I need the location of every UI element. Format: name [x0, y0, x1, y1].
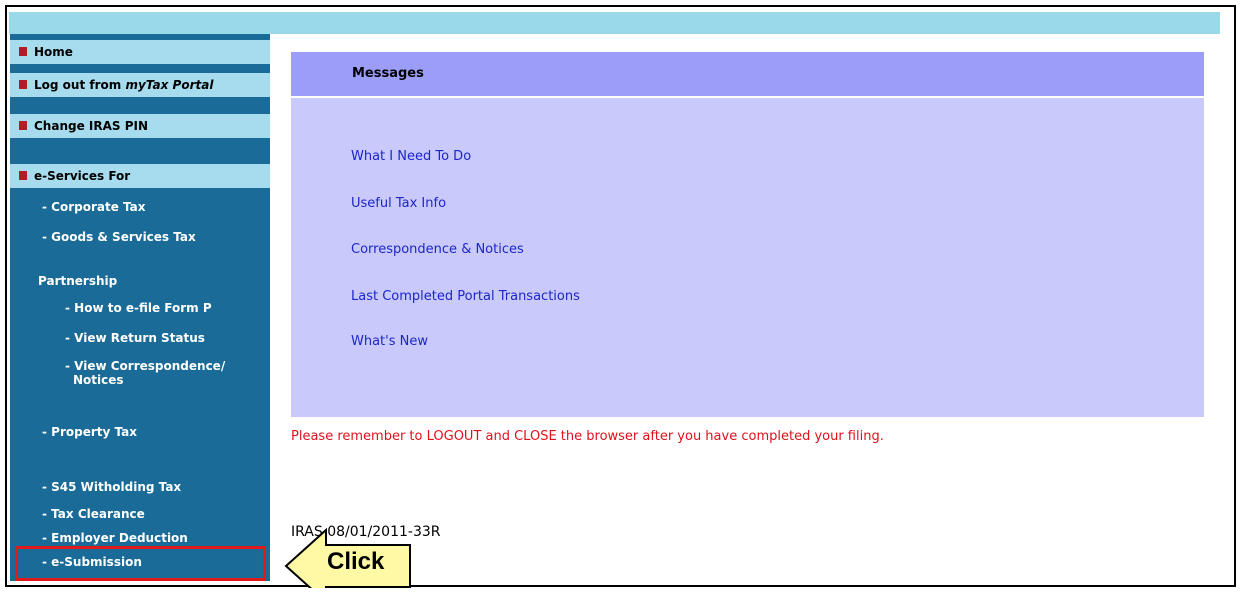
sidebar-link-employer-deduction[interactable]: - Employer Deduction: [42, 531, 188, 545]
sidebar-link-line: Notices: [73, 373, 124, 387]
bullet-square-icon: [19, 80, 27, 89]
sidebar-heading-partnership: Partnership: [38, 274, 118, 288]
sidebar-link-view-return-status[interactable]: - View Return Status: [65, 331, 205, 345]
sidebar-item-label: Change IRAS PIN: [34, 119, 149, 133]
messages-header: Messages: [291, 52, 1204, 98]
sidebar-item-home[interactable]: Home: [10, 40, 270, 64]
link-whats-new[interactable]: What's New: [351, 334, 428, 349]
link-what-i-need-to-do[interactable]: What I Need To Do: [351, 149, 471, 164]
sidebar-item-label: Log out from myTax Portal: [34, 78, 214, 92]
sidebar-item-label: Home: [34, 45, 73, 59]
bullet-square-icon: [19, 171, 27, 180]
portal-name: myTax Portal: [125, 78, 214, 92]
sidebar-item-eservices: e-Services For: [10, 164, 270, 188]
link-last-completed-transactions[interactable]: Last Completed Portal Transactions: [351, 289, 580, 304]
sidebar: Home Log out from myTax Portal Change IR…: [10, 34, 270, 581]
sidebar-link-property-tax[interactable]: - Property Tax: [42, 425, 137, 439]
link-useful-tax-info[interactable]: Useful Tax Info: [351, 196, 446, 211]
bullet-square-icon: [19, 121, 27, 130]
sidebar-item-logout[interactable]: Log out from myTax Portal: [10, 73, 270, 97]
highlight-box: [15, 546, 266, 581]
sidebar-link-corporate-tax[interactable]: - Corporate Tax: [42, 200, 146, 214]
sidebar-link-gst[interactable]: - Goods & Services Tax: [42, 230, 196, 244]
link-correspondence-notices[interactable]: Correspondence & Notices: [351, 242, 524, 257]
messages-title: Messages: [352, 66, 424, 81]
callout-label: Click: [327, 548, 385, 575]
sidebar-link-s45-withholding-tax[interactable]: - S45 Witholding Tax: [42, 480, 181, 494]
messages-panel: Messages What I Need To Do Useful Tax In…: [291, 52, 1204, 417]
sidebar-link-efile-form-p[interactable]: - How to e-file Form P: [65, 301, 212, 315]
sidebar-link-line: - View Correspondence/: [65, 359, 226, 373]
sidebar-link-tax-clearance[interactable]: - Tax Clearance: [42, 507, 145, 521]
bullet-square-icon: [19, 47, 27, 56]
sidebar-item-change-pin[interactable]: Change IRAS PIN: [10, 114, 270, 138]
top-banner: [9, 12, 1220, 34]
sidebar-link-view-correspondence[interactable]: - View Correspondence/ Notices: [65, 359, 225, 387]
sidebar-item-label: e-Services For: [34, 169, 131, 183]
logout-notice: Please remember to LOGOUT and CLOSE the …: [291, 429, 884, 444]
